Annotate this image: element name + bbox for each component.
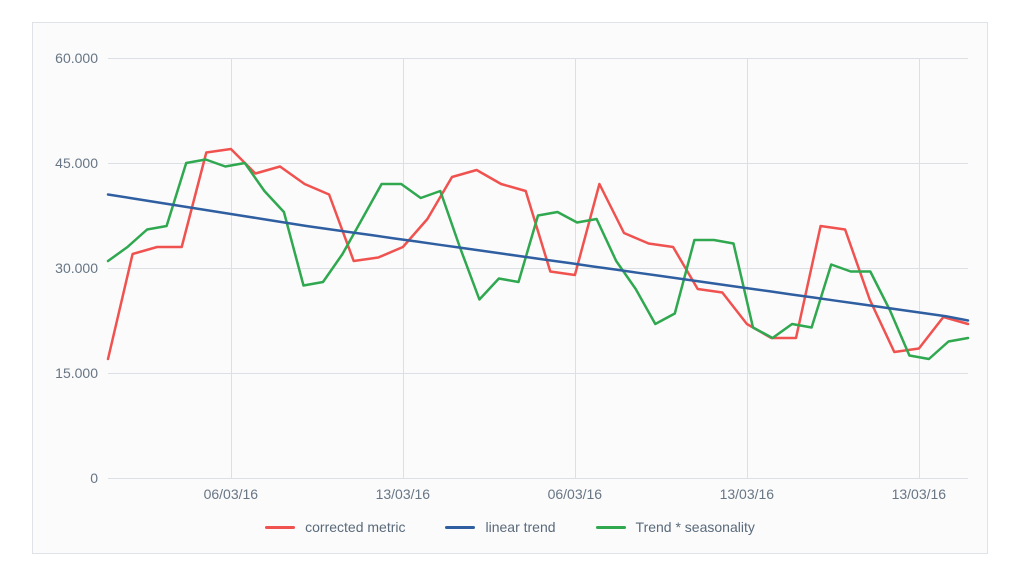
y-tick-label: 30.000 [38,260,98,276]
chart-frame: 60.000 45.000 30.000 15.000 0 06/03/16 1… [32,22,988,554]
x-tick-label: 06/03/16 [204,486,259,502]
legend: corrected metric linear trend Trend * se… [33,519,987,535]
legend-swatch [596,526,626,529]
y-tick-label: 60.000 [38,50,98,66]
legend-label: corrected metric [305,519,405,535]
chart-lines [108,58,968,478]
legend-item-corrected-metric: corrected metric [265,519,405,535]
legend-item-linear-trend: linear trend [445,519,555,535]
x-tick-label: 13/03/16 [892,486,947,502]
x-tick-label: 06/03/16 [548,486,603,502]
legend-swatch [265,526,295,529]
x-tick-label: 13/03/16 [720,486,775,502]
y-tick-label: 15.000 [38,365,98,381]
y-tick-label: 0 [38,470,98,486]
plot-area: 60.000 45.000 30.000 15.000 0 06/03/16 1… [108,58,968,478]
legend-label: Trend * seasonality [636,519,755,535]
legend-label: linear trend [485,519,555,535]
legend-swatch [445,526,475,529]
legend-item-trend-seasonality: Trend * seasonality [596,519,755,535]
series-linear-trend [108,195,968,321]
x-tick-label: 13/03/16 [376,486,431,502]
y-tick-label: 45.000 [38,155,98,171]
gridline-h [108,478,968,479]
series-corrected-metric [108,149,968,359]
